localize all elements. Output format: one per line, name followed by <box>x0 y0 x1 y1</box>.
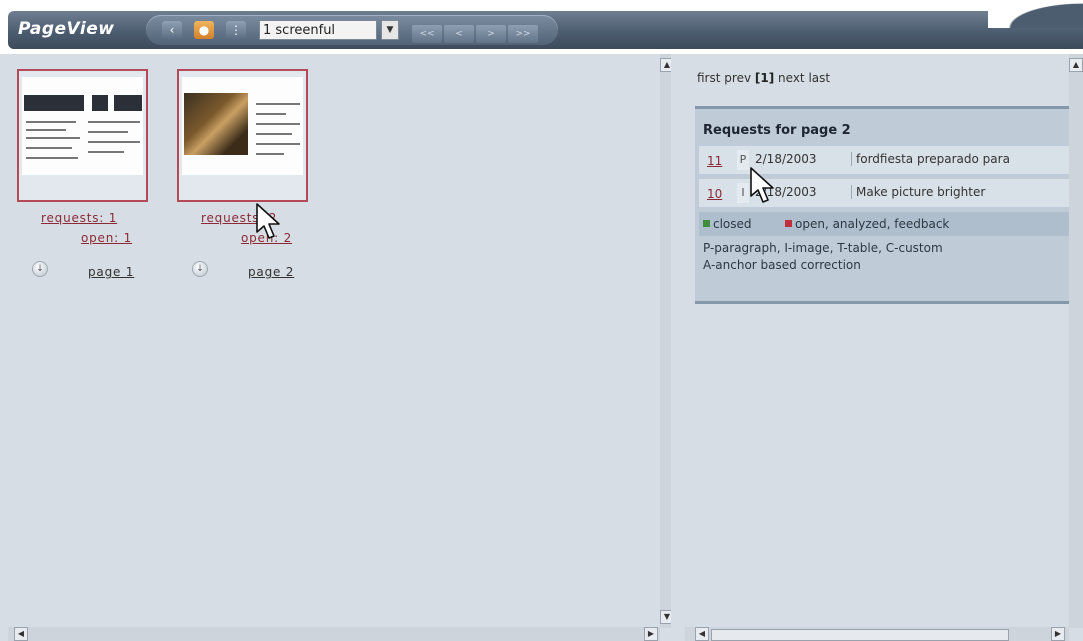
mouse-cursor-icon <box>256 203 280 239</box>
right-horizontal-scrollbar[interactable]: ◀ ▶ <box>685 627 1069 641</box>
right-vertical-scrollbar[interactable]: ▲ <box>1069 54 1083 628</box>
toolbar-decoration <box>988 0 1083 28</box>
pager-next-link[interactable]: next <box>778 71 805 85</box>
status-legend: closed open, analyzed, feedback <box>699 212 1069 236</box>
left-horizontal-scrollbar[interactable]: ◀ ▶ <box>8 627 660 641</box>
panel-title: Requests for page 2 <box>703 123 851 138</box>
pager-last-link[interactable]: last <box>808 71 830 85</box>
orange-circle-icon[interactable]: ● <box>194 21 214 39</box>
mouse-cursor-icon <box>750 167 774 203</box>
scroll-right-icon[interactable]: ▶ <box>1051 627 1065 641</box>
page-nav-buttons: << < > >> <box>412 21 544 43</box>
request-id-link[interactable]: 10 <box>707 187 722 201</box>
page-thumbnail-1[interactable] <box>17 69 148 202</box>
request-description: fordfiesta preparado para <box>851 152 1010 166</box>
grid-icon[interactable]: ⋮ <box>226 21 246 39</box>
scroll-thumb[interactable] <box>711 629 1009 641</box>
scroll-up-icon[interactable]: ▲ <box>1069 58 1083 72</box>
type-key: P-paragraph, I-image, T-table, C-custom … <box>699 240 1069 274</box>
type-key-line-2: A-anchor based correction <box>703 258 861 272</box>
nav-first-button[interactable]: << <box>412 25 442 43</box>
nav-next-button[interactable]: > <box>476 25 506 43</box>
legend-open: open, analyzed, feedback <box>785 217 949 231</box>
thumbnail-pane: requests: 1 open: 1 ↓ page 1 requests: 2… <box>8 54 658 628</box>
pager-prev-link[interactable]: prev <box>724 71 751 85</box>
scroll-left-icon[interactable]: ◀ <box>14 627 28 641</box>
nav-last-button[interactable]: >> <box>508 25 538 43</box>
page-2-preview <box>182 77 303 175</box>
type-key-line-1: P-paragraph, I-image, T-table, C-custom <box>703 241 943 255</box>
scroll-left-icon[interactable]: ◀ <box>695 627 709 641</box>
app-logo: PageView <box>18 19 115 39</box>
chevron-left-icon[interactable]: ‹ <box>162 21 182 39</box>
scroll-right-icon[interactable]: ▶ <box>644 627 658 641</box>
request-date: 2/18/2003 <box>755 152 817 166</box>
view-select[interactable]: 1 screenful <box>259 20 377 40</box>
nav-prev-button[interactable]: < <box>444 25 474 43</box>
page-1-open-link[interactable]: open: 1 <box>81 231 132 245</box>
download-icon[interactable]: ↓ <box>32 261 48 277</box>
page-1-preview <box>22 77 143 175</box>
request-id-link[interactable]: 11 <box>707 154 722 168</box>
page-1-link[interactable]: page 1 <box>88 265 134 279</box>
chevron-down-icon[interactable]: ▼ <box>381 20 399 40</box>
pane-splitter[interactable] <box>671 54 685 641</box>
page-2-link[interactable]: page 2 <box>248 265 294 279</box>
legend-closed: closed <box>703 217 752 231</box>
page-thumbnail-2[interactable] <box>177 69 308 202</box>
closed-status-icon <box>703 220 710 227</box>
pager-first-link[interactable]: first <box>697 71 720 85</box>
toolbar: PageView ‹ ● ⋮ 1 screenful ▼ << < > >> <box>0 0 1083 54</box>
requests-pane: first prev [1] next last Requests for pa… <box>685 54 1072 624</box>
page-1-requests-link[interactable]: requests: 1 <box>41 211 117 225</box>
open-status-icon <box>785 220 792 227</box>
request-description: Make picture brighter <box>851 185 985 199</box>
download-icon[interactable]: ↓ <box>192 261 208 277</box>
pager: first prev [1] next last <box>697 71 830 85</box>
pager-current-page: [1] <box>754 71 775 85</box>
